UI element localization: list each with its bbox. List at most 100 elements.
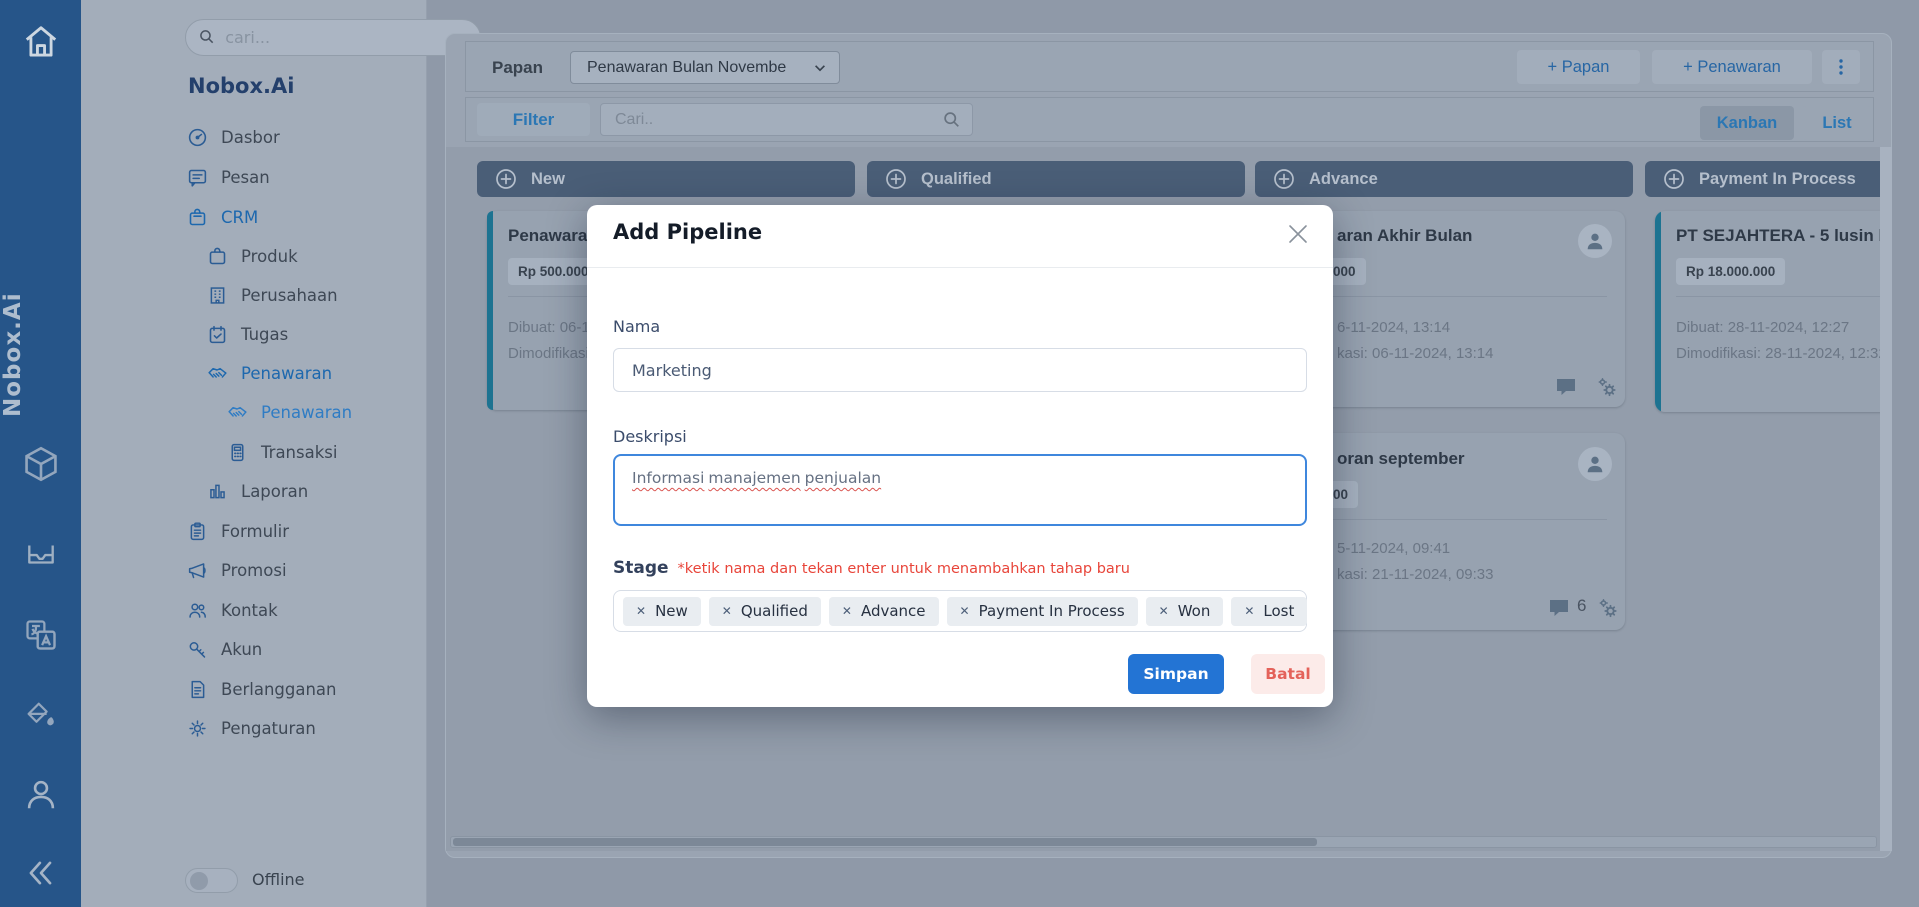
sidebar-item-laporan[interactable]: Laporan bbox=[207, 475, 308, 507]
sidebar-item-penawaran-sub[interactable]: Penawaran bbox=[227, 396, 352, 428]
stage-tag: ✕Won bbox=[1146, 597, 1224, 626]
sidebar-item-akun[interactable]: Akun bbox=[187, 633, 262, 665]
add-offer-button[interactable]: + Penawaran bbox=[1652, 50, 1812, 84]
offline-label: Offline bbox=[252, 870, 305, 889]
sidebar-item-produk[interactable]: Produk bbox=[207, 240, 298, 272]
horizontal-scrollbar-thumb[interactable] bbox=[453, 838, 1317, 846]
offline-toggle[interactable] bbox=[185, 868, 238, 893]
add-board-button[interactable]: + Papan bbox=[1517, 50, 1640, 84]
sidebar-item-pengaturan[interactable]: Pengaturan bbox=[187, 712, 316, 744]
stage-tag: ✕ Lost bbox=[1231, 597, 1307, 626]
remove-tag-icon[interactable]: ✕ bbox=[842, 604, 852, 618]
sidebar-item-formulir[interactable]: Formulir bbox=[187, 515, 289, 547]
stage-tag-label: Lost bbox=[1263, 602, 1294, 620]
chevron-down-icon bbox=[813, 61, 827, 75]
nama-field[interactable] bbox=[613, 348, 1307, 392]
sidebar-item-label: Promosi bbox=[221, 561, 287, 580]
document-icon bbox=[187, 679, 208, 700]
board-search-input[interactable] bbox=[613, 110, 943, 130]
add-card-icon[interactable] bbox=[495, 168, 517, 190]
briefcase-icon bbox=[187, 207, 208, 228]
sidebar-item-label: Tugas bbox=[241, 325, 288, 344]
collapse-sidebar-icon[interactable] bbox=[23, 855, 59, 891]
board-select-value: Penawaran Bulan Novembe bbox=[587, 59, 786, 77]
comment-icon[interactable] bbox=[1547, 596, 1571, 620]
stage-tag-label: Advance bbox=[861, 602, 926, 620]
kanban-card-payment-1[interactable]: PT SEJAHTERA - 5 lusin ba Rp 18.000.000 … bbox=[1655, 211, 1880, 412]
card-created: Dibuat: 06-1 bbox=[508, 319, 590, 336]
card-title: oran september bbox=[1337, 449, 1465, 469]
comment-icon[interactable] bbox=[1554, 375, 1578, 399]
sidebar-search[interactable] bbox=[185, 19, 481, 56]
key-icon bbox=[187, 639, 208, 660]
kebab-menu-button[interactable] bbox=[1822, 50, 1860, 84]
column-header-qualified: Qualified bbox=[867, 161, 1245, 197]
sidebar-item-perusahaan[interactable]: Perusahaan bbox=[207, 279, 338, 311]
board-label: Papan bbox=[492, 58, 543, 78]
remove-tag-icon[interactable]: ✕ bbox=[636, 604, 646, 618]
board-search[interactable] bbox=[600, 103, 973, 136]
message-icon bbox=[187, 167, 208, 188]
home-icon[interactable] bbox=[22, 23, 60, 61]
avatar[interactable] bbox=[1578, 447, 1612, 481]
sidebar-item-kontak[interactable]: Kontak bbox=[187, 594, 278, 626]
remove-tag-icon[interactable]: ✕ bbox=[960, 604, 970, 618]
add-card-icon[interactable] bbox=[1663, 168, 1685, 190]
box-logo-icon[interactable] bbox=[20, 443, 62, 485]
handshake-icon bbox=[227, 402, 248, 423]
sidebar-item-crm[interactable]: CRM bbox=[187, 201, 258, 233]
nama-input[interactable] bbox=[630, 360, 1290, 381]
remove-tag-icon[interactable]: ✕ bbox=[1244, 604, 1254, 618]
add-card-icon[interactable] bbox=[1273, 168, 1295, 190]
stage-tags-field[interactable]: ✕New ✕Qualified ✕Advance ✕Payment In Pro… bbox=[613, 590, 1307, 632]
view-list-button[interactable]: List bbox=[1802, 106, 1872, 140]
sidebar-item-label: Pesan bbox=[221, 168, 270, 187]
sidebar-item-penawaran[interactable]: Penawaran bbox=[207, 357, 332, 389]
sidebar-search-input[interactable] bbox=[223, 27, 467, 48]
sidebar-item-berlangganan[interactable]: Berlangganan bbox=[187, 673, 337, 705]
stage-tag: ✕ New bbox=[623, 597, 701, 626]
close-icon[interactable] bbox=[1285, 221, 1311, 247]
sidebar-item-tugas[interactable]: Tugas bbox=[207, 318, 288, 350]
left-rail: Nobox.Ai bbox=[0, 0, 81, 907]
sidebar-brand: Nobox.Ai bbox=[188, 74, 294, 98]
board-select[interactable]: Penawaran Bulan Novembe bbox=[570, 51, 840, 84]
card-title: PT SEJAHTERA - 5 lusin ba bbox=[1676, 226, 1880, 246]
remove-tag-icon[interactable]: ✕ bbox=[722, 604, 732, 618]
avatar[interactable] bbox=[1578, 224, 1612, 258]
stage-tag-label: New bbox=[655, 602, 688, 620]
bar-chart-icon bbox=[207, 481, 228, 502]
task-calendar-icon bbox=[207, 324, 228, 345]
gear-icon bbox=[187, 718, 208, 739]
sidebar-item-transaksi[interactable]: Transaksi bbox=[227, 436, 337, 468]
deskripsi-textarea[interactable]: Informasimanajemenpenjualan bbox=[613, 454, 1307, 526]
sidebar-item-promosi[interactable]: Promosi bbox=[187, 554, 287, 586]
kebab-icon bbox=[1833, 58, 1849, 76]
card-title: Penawaran bbox=[508, 226, 598, 246]
search-icon bbox=[943, 111, 960, 128]
stage-tag: ✕Qualified bbox=[709, 597, 821, 626]
board-right-gutter bbox=[1880, 147, 1892, 851]
card-title: aran Akhir Bulan bbox=[1337, 226, 1472, 246]
sidebar-item-dasbor[interactable]: Dasbor bbox=[187, 121, 280, 153]
card-created: Dibuat: 28-11-2024, 12:27 bbox=[1676, 319, 1849, 336]
settings-gears-icon[interactable] bbox=[1596, 596, 1620, 620]
card-modified: Dimodifikasi: 28-11-2024, 12:32 bbox=[1676, 345, 1880, 362]
cancel-button[interactable]: Batal bbox=[1251, 654, 1325, 694]
save-button[interactable]: Simpan bbox=[1128, 654, 1224, 694]
contacts-icon bbox=[187, 600, 208, 621]
profile-icon[interactable] bbox=[22, 775, 60, 813]
sidebar-item-pesan[interactable]: Pesan bbox=[187, 161, 270, 193]
view-kanban-button[interactable]: Kanban bbox=[1700, 106, 1794, 140]
remove-tag-icon[interactable]: ✕ bbox=[1159, 604, 1169, 618]
add-card-icon[interactable] bbox=[885, 168, 907, 190]
translate-icon[interactable] bbox=[23, 617, 59, 653]
search-icon bbox=[199, 29, 214, 46]
ink-drop-icon[interactable] bbox=[23, 697, 59, 733]
filter-button[interactable]: Filter bbox=[477, 103, 590, 136]
inbox-icon[interactable] bbox=[24, 537, 58, 571]
settings-gears-icon[interactable] bbox=[1595, 375, 1619, 399]
card-accent-stripe bbox=[487, 211, 493, 410]
toggle-knob bbox=[190, 872, 208, 890]
card-modified: Dimodifikasi: bbox=[508, 345, 593, 362]
